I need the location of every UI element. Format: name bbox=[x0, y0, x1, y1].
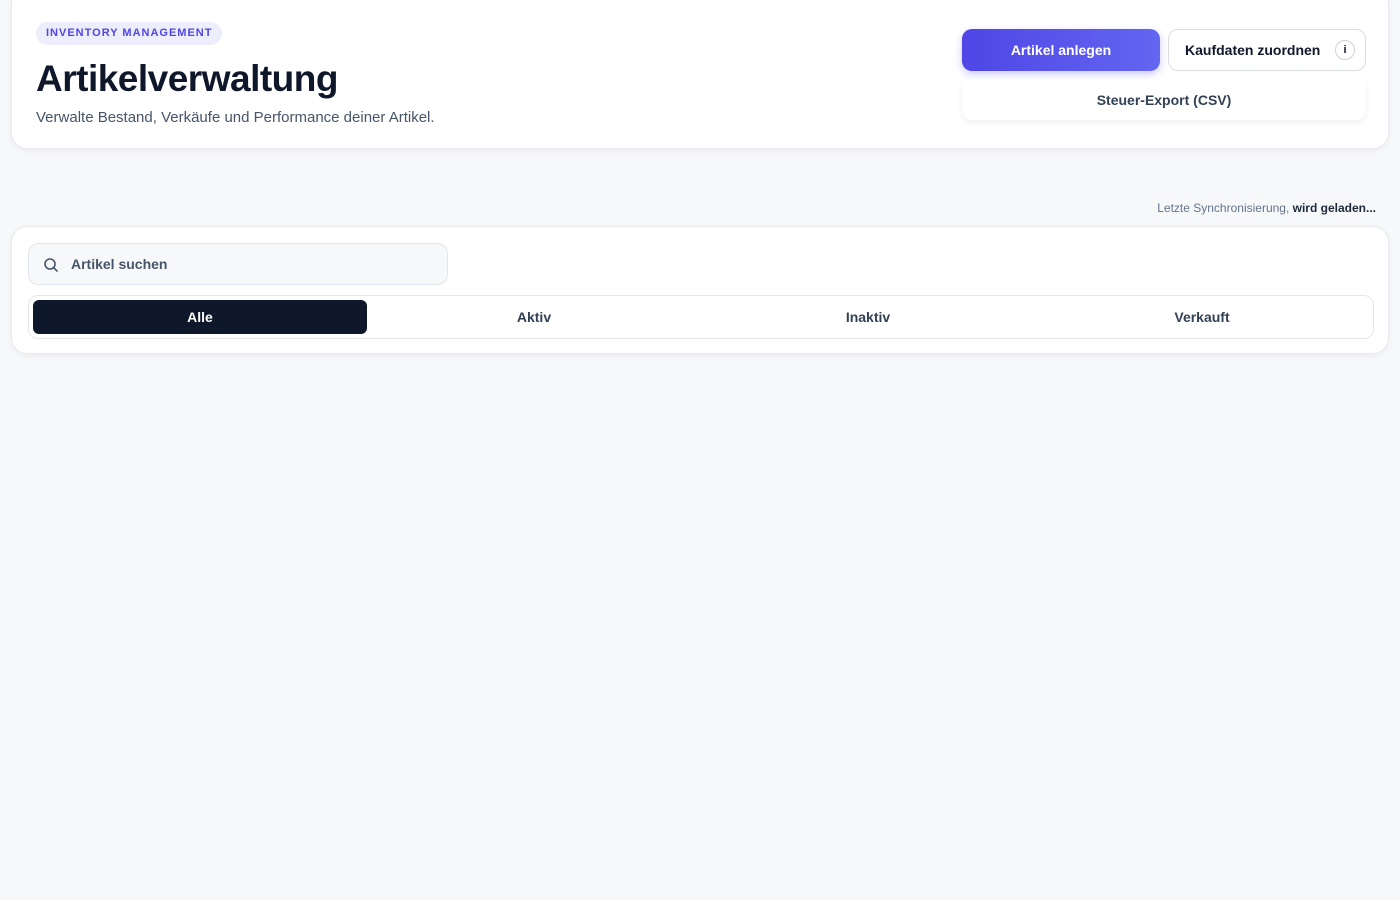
search-icon bbox=[44, 258, 58, 272]
info-icon[interactable]: i bbox=[1335, 40, 1355, 60]
tab-alle[interactable]: Alle bbox=[33, 300, 367, 334]
section-badge: INVENTORY MANAGEMENT bbox=[36, 22, 223, 45]
sync-label: Letzte Synchronisierung, bbox=[1157, 201, 1290, 215]
search-box[interactable] bbox=[28, 243, 448, 285]
tab-inaktiv[interactable]: Inaktiv bbox=[701, 300, 1035, 334]
sync-status: Letzte Synchronisierung, wird geladen... bbox=[1157, 201, 1376, 215]
page-title: Artikelverwaltung bbox=[36, 58, 338, 99]
tab-verkauft[interactable]: Verkauft bbox=[1035, 300, 1369, 334]
tab-aktiv[interactable]: Aktiv bbox=[367, 300, 701, 334]
header-card: INVENTORY MANAGEMENT Artikelverwaltung V… bbox=[11, 0, 1389, 149]
assign-purchase-data-label: Kaufdaten zuordnen bbox=[1185, 42, 1321, 58]
search-input[interactable] bbox=[71, 244, 441, 284]
tax-export-csv-button[interactable]: Steuer-Export (CSV) bbox=[962, 80, 1366, 120]
sync-status-value: wird geladen... bbox=[1292, 201, 1376, 215]
page-subtitle: Verwalte Bestand, Verkäufe und Performan… bbox=[36, 109, 435, 126]
assign-purchase-data-button[interactable]: Kaufdaten zuordnen i bbox=[1168, 29, 1366, 71]
filter-card: Alle Aktiv Inaktiv Verkauft bbox=[11, 226, 1389, 354]
create-article-button[interactable]: Artikel anlegen bbox=[962, 29, 1160, 71]
status-tabs: Alle Aktiv Inaktiv Verkauft bbox=[28, 295, 1374, 339]
